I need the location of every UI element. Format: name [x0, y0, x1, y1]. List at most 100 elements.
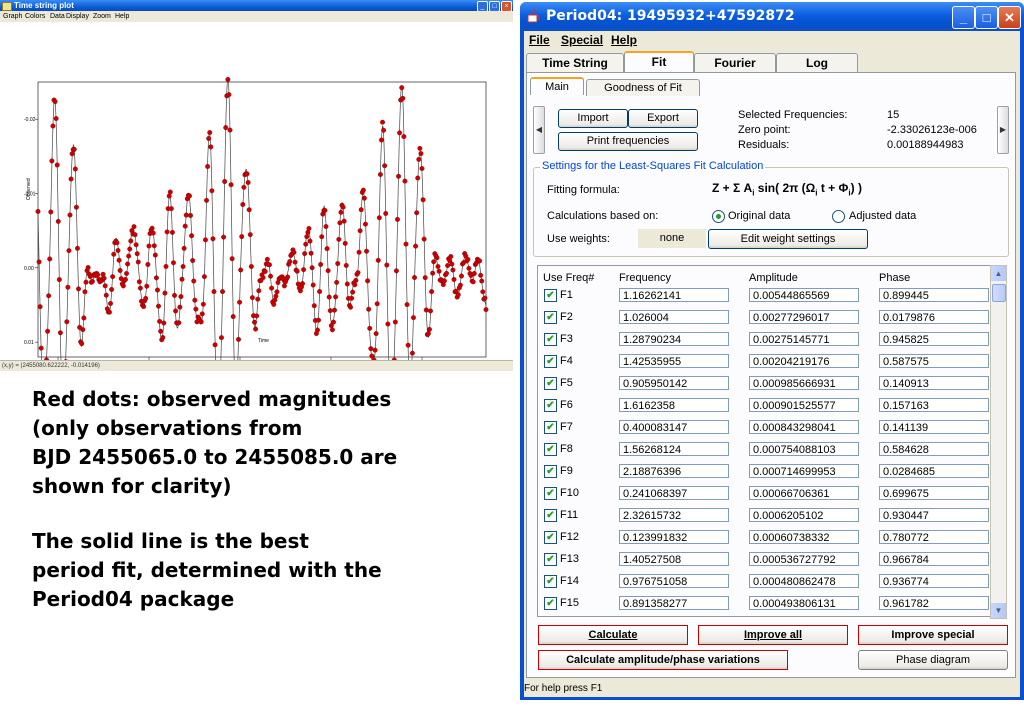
use-frequency-checkbox[interactable]: ✔ — [544, 355, 557, 368]
phase-field[interactable]: 0.699675 — [879, 486, 989, 500]
frequency-field[interactable]: 1.28790234 — [619, 332, 729, 346]
use-frequency-checkbox[interactable]: ✔ — [544, 575, 557, 588]
amplitude-field[interactable]: 0.000536727792 — [749, 552, 859, 566]
phase-field[interactable]: 0.141139 — [879, 420, 989, 434]
frequency-field[interactable]: 1.026004 — [619, 310, 729, 324]
tab-time-string[interactable]: Time String — [526, 53, 624, 72]
amplitude-field[interactable]: 0.000493806131 — [749, 596, 859, 610]
calc-amplitude-phase-button[interactable]: Calculate amplitude/phase variations — [538, 650, 788, 670]
amplitude-field[interactable]: 0.000754088103 — [749, 442, 859, 456]
use-frequency-checkbox[interactable]: ✔ — [544, 311, 557, 324]
use-frequency-checkbox[interactable]: ✔ — [544, 597, 557, 610]
improve-all-button[interactable]: Improve all — [698, 625, 848, 645]
amplitude-field[interactable]: 0.000843298041 — [749, 420, 859, 434]
phase-field[interactable]: 0.157163 — [879, 398, 989, 412]
print-frequencies-button[interactable]: Print frequencies — [558, 132, 698, 151]
tab-fourier[interactable]: Fourier — [694, 53, 776, 72]
amplitude-field[interactable]: 0.0006205102 — [749, 508, 859, 522]
frequency-field[interactable]: 0.891358277 — [619, 596, 729, 610]
use-frequency-checkbox[interactable]: ✔ — [544, 509, 557, 522]
observation-dot — [465, 256, 471, 262]
tab-log[interactable]: Log — [776, 53, 858, 72]
use-frequency-checkbox[interactable]: ✔ — [544, 377, 557, 390]
phase-field[interactable]: 0.945825 — [879, 332, 989, 346]
frequency-field[interactable]: 0.400083147 — [619, 420, 729, 434]
frequency-field[interactable]: 1.56268124 — [619, 442, 729, 456]
subtab-main[interactable]: Main — [530, 77, 584, 95]
phase-field[interactable]: 0.966784 — [879, 552, 989, 566]
frequency-field[interactable]: 1.6162358 — [619, 398, 729, 412]
amplitude-field[interactable]: 0.00544865569 — [749, 288, 859, 302]
menu-zoom[interactable]: Zoom — [93, 11, 111, 22]
phase-field[interactable]: 0.140913 — [879, 376, 989, 390]
menu-display[interactable]: Display — [66, 11, 89, 22]
tab-fit[interactable]: Fit — [624, 51, 694, 72]
menu-graph[interactable]: Graph — [3, 11, 22, 22]
frequency-field[interactable]: 0.976751058 — [619, 574, 729, 588]
phase-field[interactable]: 0.587575 — [879, 354, 989, 368]
scroll-left-arrow-icon[interactable]: ◀ — [533, 106, 545, 154]
frequency-field[interactable]: 1.40527508 — [619, 552, 729, 566]
use-frequency-checkbox[interactable]: ✔ — [544, 399, 557, 412]
table-scrollbar[interactable]: ▲ ▼ — [990, 265, 1007, 619]
amplitude-field[interactable]: 0.000985666931 — [749, 376, 859, 390]
use-frequency-checkbox[interactable]: ✔ — [544, 531, 557, 544]
amplitude-field[interactable]: 0.00275145771 — [749, 332, 859, 346]
menu-special[interactable]: Special — [561, 33, 603, 47]
calculate-button[interactable]: Calculate — [538, 625, 688, 645]
amplitude-field[interactable]: 0.000901525577 — [749, 398, 859, 412]
phase-field[interactable]: 0.0179876 — [879, 310, 989, 324]
subtab-goodness-of-fit[interactable]: Goodness of Fit — [586, 79, 700, 96]
menu-colors[interactable]: Colors — [25, 11, 45, 22]
observation-dot — [379, 137, 384, 143]
use-frequency-checkbox[interactable]: ✔ — [544, 553, 557, 566]
amplitude-field[interactable]: 0.00060738332 — [749, 530, 859, 544]
frequency-field[interactable]: 0.905950142 — [619, 376, 729, 390]
menu-data[interactable]: Data — [50, 11, 65, 22]
observation-dot — [382, 163, 388, 169]
phase-field[interactable]: 0.930447 — [879, 508, 989, 522]
menu-help[interactable]: Help — [115, 11, 129, 22]
frequency-field[interactable]: 0.123991832 — [619, 530, 729, 544]
amplitude-field[interactable]: 0.00066706361 — [749, 486, 859, 500]
use-frequency-checkbox[interactable]: ✔ — [544, 333, 557, 346]
adjusted-data-radio[interactable] — [832, 210, 845, 223]
amplitude-field[interactable]: 0.000714699953 — [749, 464, 859, 478]
phase-field[interactable]: 0.936774 — [879, 574, 989, 588]
export-button[interactable]: Export — [628, 109, 698, 128]
scroll-up-arrow-icon[interactable]: ▲ — [991, 266, 1006, 281]
phase-field[interactable]: 0.584628 — [879, 442, 989, 456]
close-button[interactable]: ✕ — [998, 6, 1021, 29]
use-frequency-checkbox[interactable]: ✔ — [544, 289, 557, 302]
time-series-plot[interactable]: Observed Time -0.02-0.010.000.01 2.5e+00… — [0, 22, 513, 360]
menu-file[interactable]: File — [529, 33, 550, 47]
observation-dot — [35, 208, 41, 214]
scrollbar-thumb[interactable] — [992, 284, 1006, 302]
frequency-field[interactable]: 1.42535955 — [619, 354, 729, 368]
phase-diagram-button[interactable]: Phase diagram — [858, 650, 1008, 670]
amplitude-field[interactable]: 0.00204219176 — [749, 354, 859, 368]
frequency-field[interactable]: 2.18876396 — [619, 464, 729, 478]
scroll-down-arrow-icon[interactable]: ▼ — [991, 603, 1006, 618]
maximize-button[interactable]: □ — [975, 6, 998, 29]
amplitude-field[interactable]: 0.000480862478 — [749, 574, 859, 588]
improve-special-button[interactable]: Improve special — [858, 625, 1008, 645]
phase-field[interactable]: 0.780772 — [879, 530, 989, 544]
minimize-button[interactable]: _ — [952, 6, 975, 29]
frequency-field[interactable]: 0.241068397 — [619, 486, 729, 500]
amplitude-field[interactable]: 0.00277296017 — [749, 310, 859, 324]
phase-field[interactable]: 0.899445 — [879, 288, 989, 302]
frequency-field[interactable]: 1.16262141 — [619, 288, 729, 302]
use-frequency-checkbox[interactable]: ✔ — [544, 465, 557, 478]
phase-field[interactable]: 0.0284685 — [879, 464, 989, 478]
use-frequency-checkbox[interactable]: ✔ — [544, 443, 557, 456]
import-button[interactable]: Import — [558, 109, 628, 128]
scroll-right-arrow-icon[interactable]: ▶ — [997, 106, 1009, 154]
use-frequency-checkbox[interactable]: ✔ — [544, 487, 557, 500]
edit-weight-settings-button[interactable]: Edit weight settings — [708, 229, 868, 249]
menu-help-p04[interactable]: Help — [611, 33, 637, 47]
frequency-field[interactable]: 2.32615732 — [619, 508, 729, 522]
use-frequency-checkbox[interactable]: ✔ — [544, 421, 557, 434]
original-data-radio[interactable] — [712, 210, 725, 223]
phase-field[interactable]: 0.961782 — [879, 596, 989, 610]
